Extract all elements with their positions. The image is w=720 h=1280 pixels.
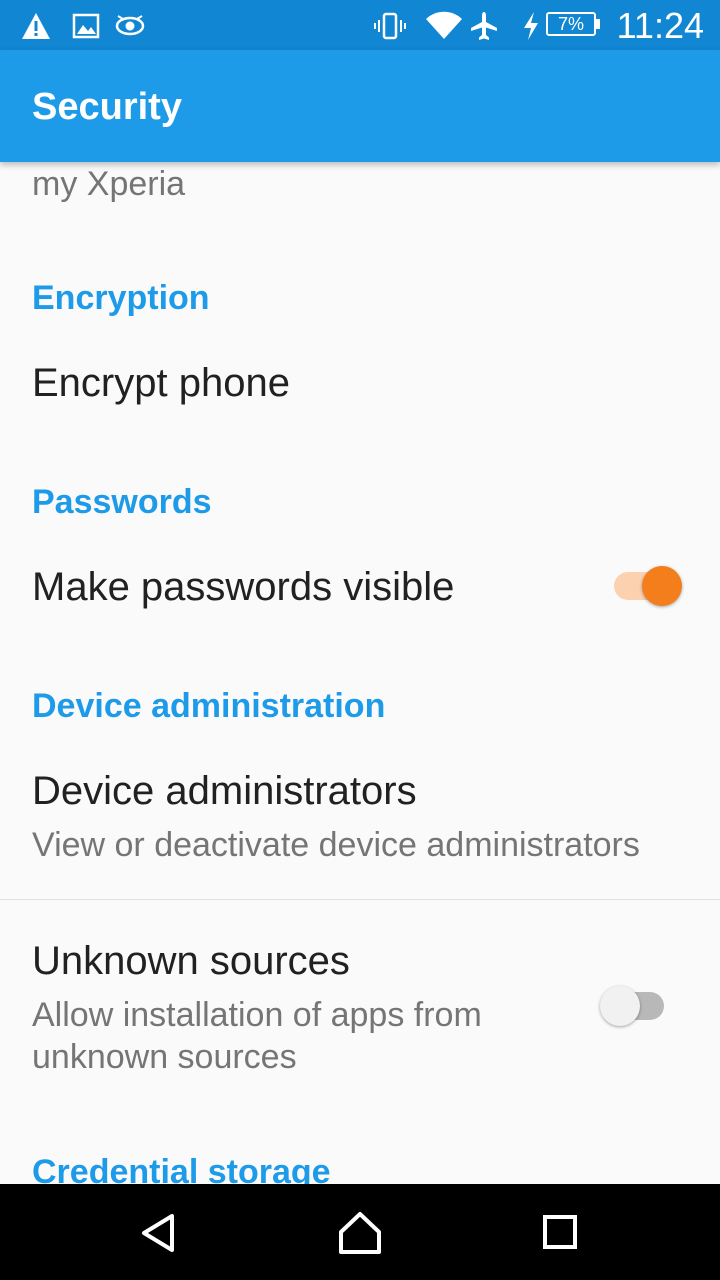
home-icon[interactable] <box>335 1208 385 1258</box>
section-header-passwords: Passwords <box>32 483 212 521</box>
unknown-sources-title: Unknown sources <box>32 939 350 983</box>
warning-icon <box>22 13 50 39</box>
device-administrators-title: Device administrators <box>32 769 417 813</box>
image-icon <box>72 13 100 39</box>
status-bar: 7% 11:24 <box>0 0 720 50</box>
clock: 11:24 <box>616 5 704 46</box>
encrypt-phone-item[interactable]: Encrypt phone <box>0 342 720 424</box>
switch-thumb <box>642 566 682 606</box>
section-header-credential-storage: Credential storage <box>32 1153 331 1184</box>
page-title: Security <box>32 86 182 128</box>
make-passwords-visible-switch[interactable] <box>612 566 684 606</box>
vibrate-icon <box>374 12 406 40</box>
encrypt-phone-title: Encrypt phone <box>32 361 290 405</box>
switch-thumb <box>600 986 640 1026</box>
device-administrators-summary: View or deactivate device administrators <box>32 826 640 864</box>
settings-list[interactable]: my Xperia Encryption Encrypt phone Passw… <box>0 162 720 1184</box>
section-header-device-administration: Device administration <box>32 687 386 725</box>
airplane-icon <box>471 12 497 40</box>
make-passwords-visible-title: Make passwords visible <box>32 565 455 609</box>
make-passwords-visible-item[interactable]: Make passwords visible <box>0 544 720 628</box>
eye-icon <box>115 15 145 36</box>
unknown-sources-summary-line-2: unknown sources <box>32 1038 297 1076</box>
unknown-sources-item[interactable]: Unknown sources Allow installation of ap… <box>0 900 720 1100</box>
unknown-sources-summary-line-1: Allow installation of apps from <box>32 996 482 1034</box>
app-bar: Security <box>0 50 720 162</box>
battery-percent: 7% <box>557 14 584 34</box>
charging-icon <box>524 12 538 40</box>
navigation-bar <box>0 1184 720 1280</box>
wifi-icon <box>426 11 462 39</box>
section-header-encryption: Encryption <box>32 279 210 317</box>
battery-nub <box>596 19 600 29</box>
battery-icon: 7% <box>546 12 596 36</box>
recents-icon[interactable] <box>535 1208 585 1258</box>
back-icon[interactable] <box>134 1208 184 1258</box>
device-administrators-item[interactable]: Device administrators View or deactivate… <box>0 752 720 898</box>
unknown-sources-switch[interactable] <box>600 986 672 1026</box>
truncated-summary: my Xperia <box>32 165 186 203</box>
